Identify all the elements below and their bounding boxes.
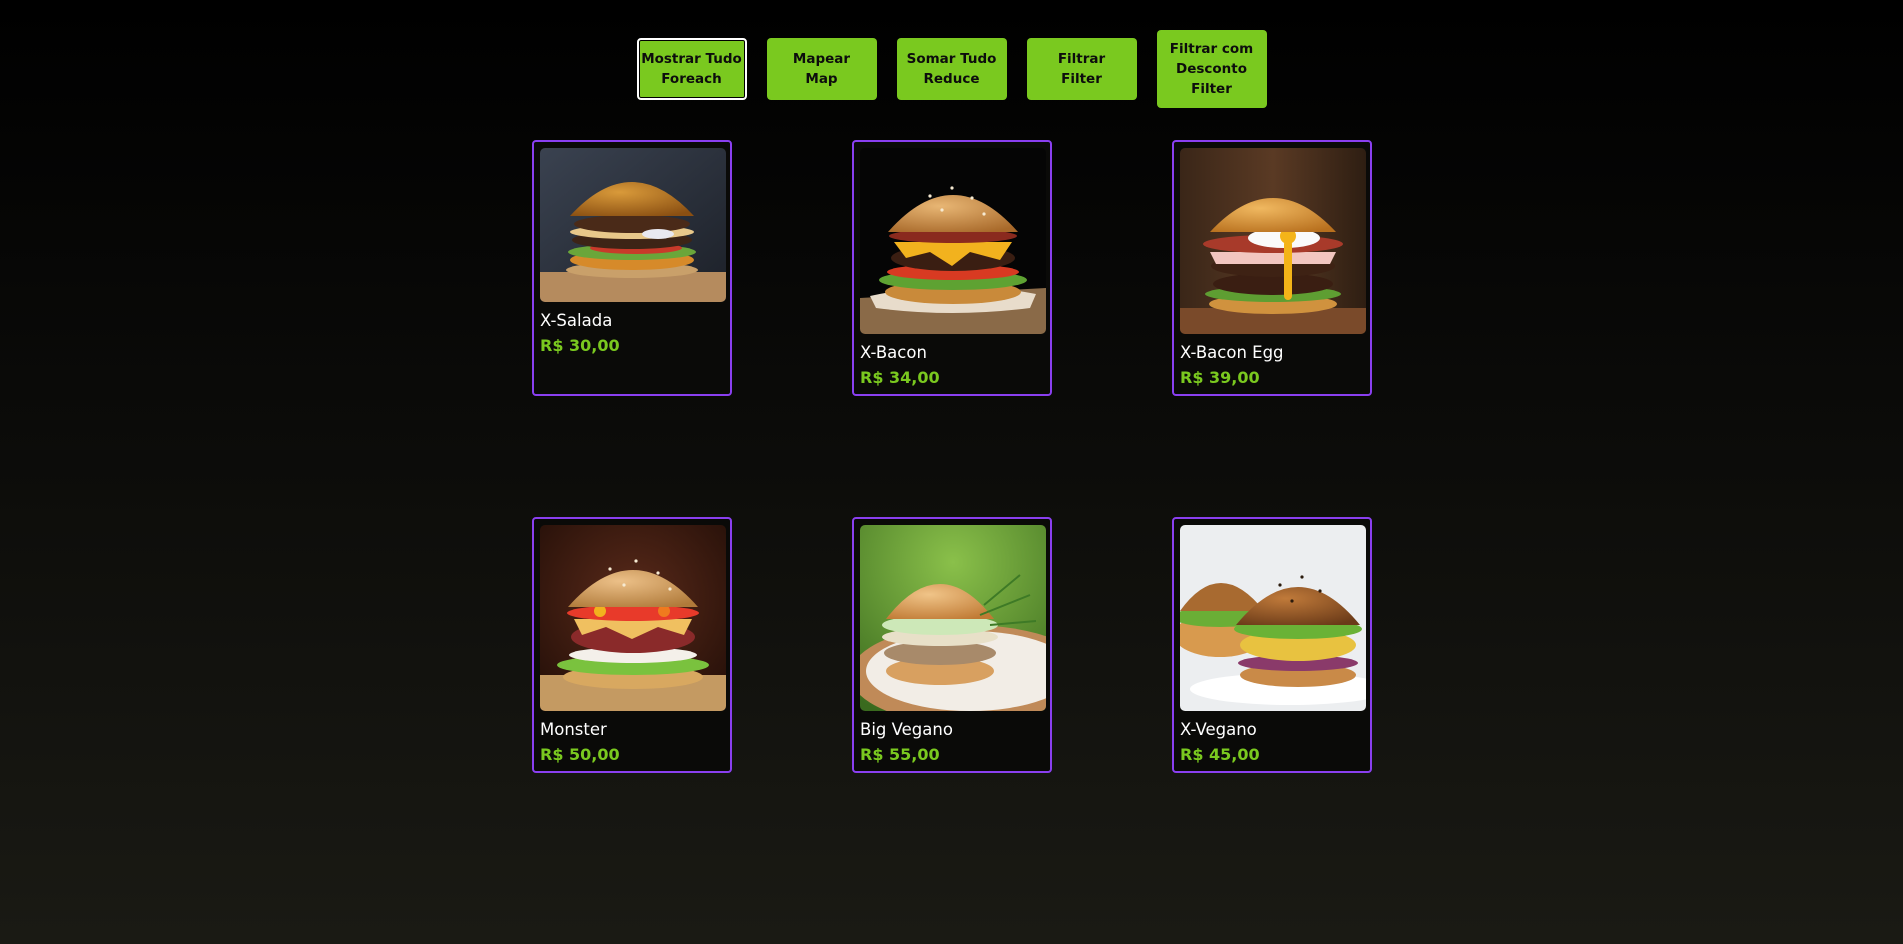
product-name: Big Vegano [860, 720, 953, 739]
product-price: R$ 50,00 [540, 745, 620, 764]
product-name: Monster [540, 720, 607, 739]
product-image [860, 525, 1046, 711]
button-label-line1: Somar Tudo [906, 51, 997, 67]
product-image [540, 525, 726, 711]
product-price: R$ 45,00 [1180, 745, 1260, 764]
button-label-line2: Map [805, 71, 838, 87]
button-label-line1: Filtrar [1057, 51, 1106, 67]
button-label-line2: Filter [1061, 71, 1102, 87]
button-label-line2: Desconto [1175, 61, 1247, 77]
button-label-line1: Mostrar Tudo [641, 51, 742, 67]
product-image [860, 148, 1046, 334]
product-image [1180, 148, 1366, 334]
product-card: X-Bacon Egg R$ 39,00 [1172, 140, 1372, 396]
product-image [540, 148, 726, 302]
product-card: X-Salada R$ 30,00 [532, 140, 732, 396]
product-price: R$ 39,00 [1180, 368, 1260, 387]
button-label-line2: Foreach [661, 71, 722, 87]
product-name: X-Bacon Egg [1180, 343, 1284, 362]
button-label-line2: Reduce [923, 71, 980, 87]
product-card: Big Vegano R$ 55,00 [852, 517, 1052, 773]
product-name: X-Salada [540, 311, 613, 330]
filter-discount-button[interactable]: Filtrar com Desconto Filter [1156, 30, 1267, 108]
product-image [1180, 525, 1366, 711]
filter-button[interactable]: Filtrar Filter [1026, 38, 1137, 100]
button-label-line1: Mapear [792, 51, 851, 67]
show-all-foreach-button[interactable]: Mostrar Tudo Foreach [636, 38, 747, 100]
product-price: R$ 55,00 [860, 745, 940, 764]
method-toolbar: Mostrar Tudo Foreach Mapear Map Somar Tu… [0, 30, 1903, 108]
sum-reduce-button[interactable]: Somar Tudo Reduce [896, 38, 1007, 100]
map-button[interactable]: Mapear Map [766, 38, 877, 100]
product-name: X-Vegano [1180, 720, 1257, 739]
product-name: X-Bacon [860, 343, 927, 362]
product-price: R$ 34,00 [860, 368, 940, 387]
button-label-line1: Filtrar com [1169, 41, 1254, 57]
button-label-line3: Filter [1191, 81, 1232, 97]
product-card: X-Vegano R$ 45,00 [1172, 517, 1372, 773]
product-price: R$ 30,00 [540, 336, 620, 355]
product-card: Monster R$ 50,00 [532, 517, 732, 773]
product-card: X-Bacon R$ 34,00 [852, 140, 1052, 396]
